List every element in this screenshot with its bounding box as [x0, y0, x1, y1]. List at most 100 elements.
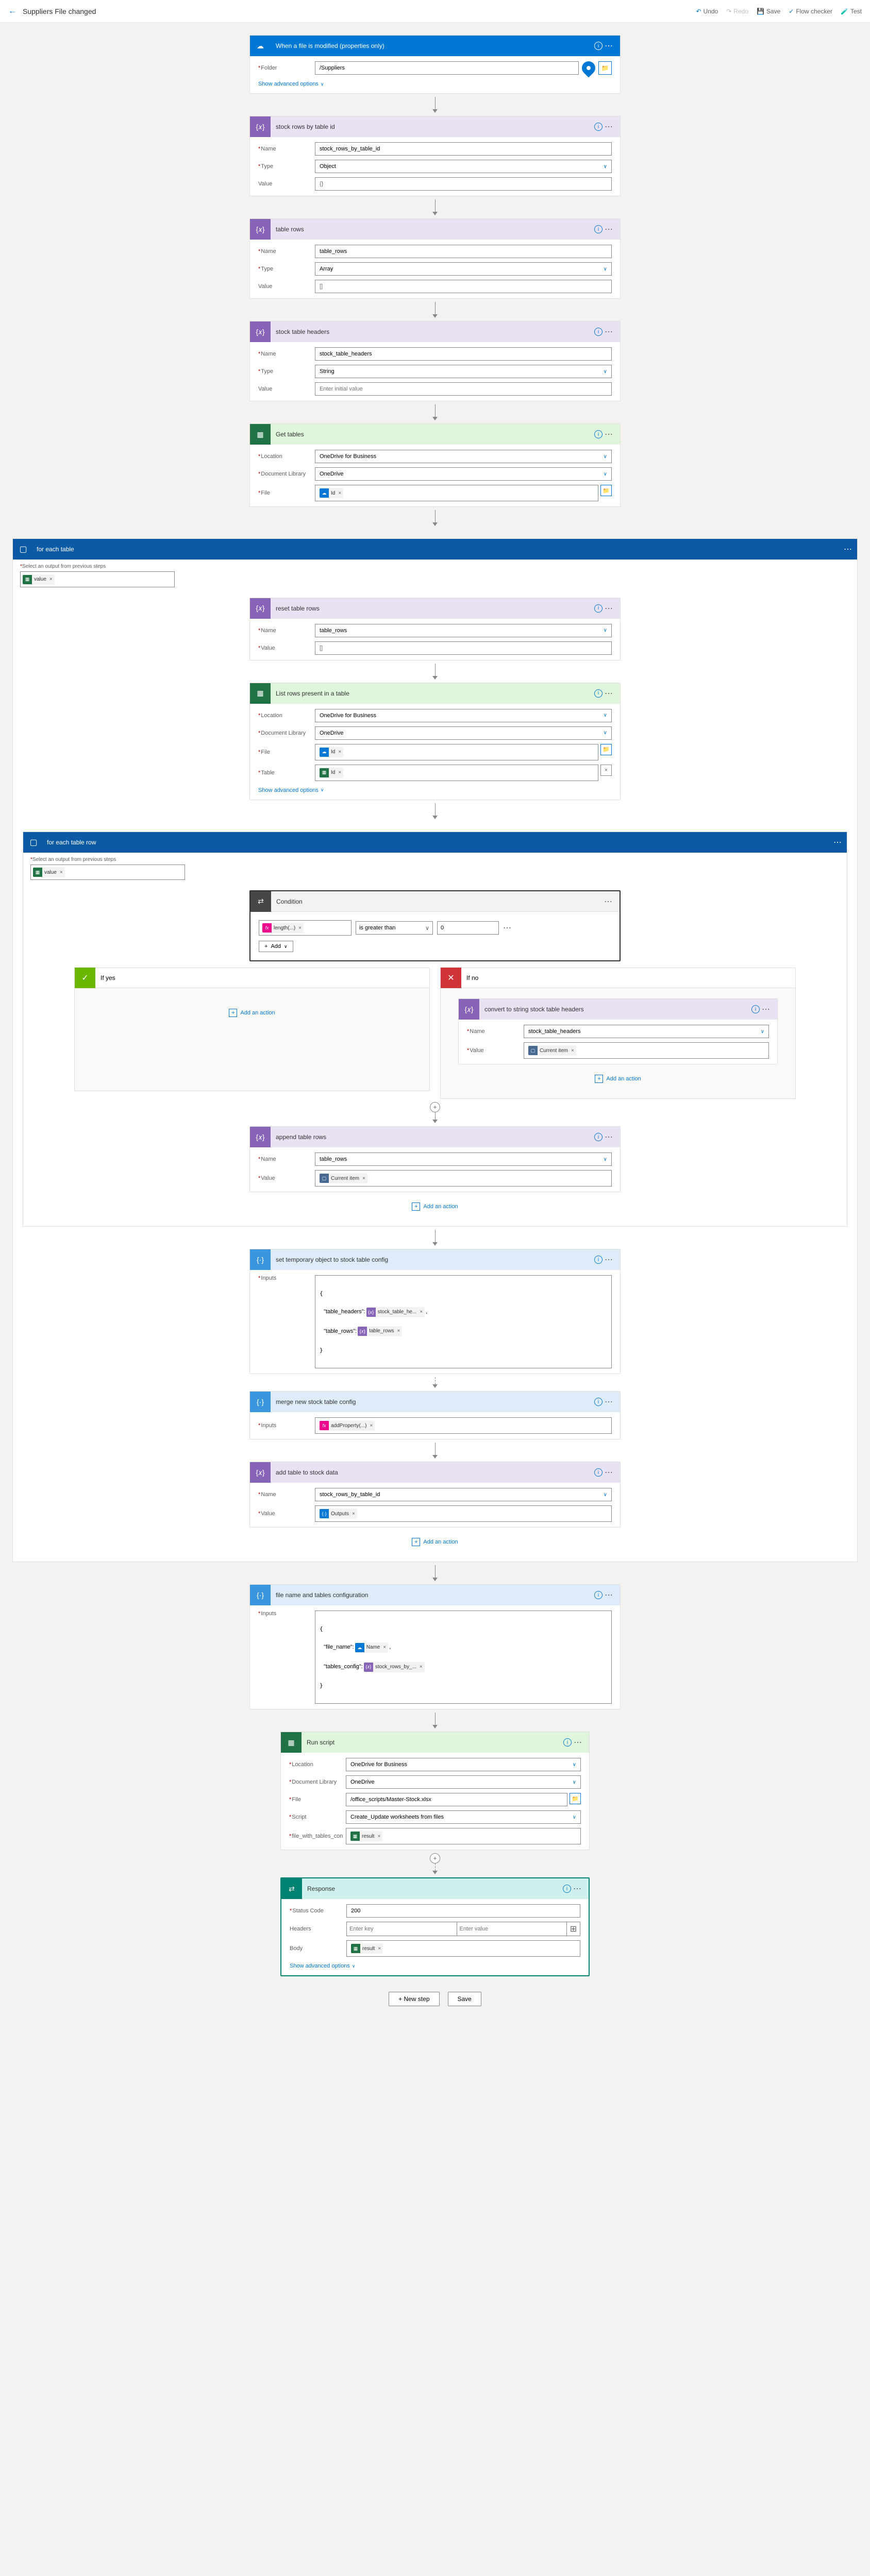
add-action-button[interactable]: +Add an action [595, 1075, 641, 1083]
menu-icon[interactable]: ⋯ [603, 122, 615, 132]
menu-icon[interactable]: ⋯ [603, 1255, 615, 1265]
name-token[interactable]: ☁Name× [355, 1642, 389, 1653]
name-input[interactable] [315, 142, 612, 156]
card-header[interactable]: {·} merge new stock table config i ⋯ [250, 1392, 620, 1412]
menu-icon[interactable]: ⋯ [760, 1004, 772, 1014]
info-icon[interactable]: i [594, 1256, 603, 1264]
inputs-field[interactable]: fxaddProperty(...)× [315, 1417, 612, 1434]
menu-icon[interactable]: ⋯ [603, 429, 615, 439]
type-select[interactable]: Array∨ [315, 262, 612, 276]
trigger-header[interactable]: ☁ When a file is modified (properties on… [250, 36, 620, 56]
menu-icon[interactable]: ⋯ [602, 896, 614, 907]
info-icon[interactable]: i [594, 1398, 603, 1406]
value-input[interactable] [315, 280, 612, 293]
tablerows-token[interactable]: {𝑥}table_rows× [358, 1326, 402, 1336]
name-input[interactable] [315, 245, 612, 258]
advanced-options-link[interactable]: Show advanced options∨ [290, 1963, 355, 1969]
length-token[interactable]: fxlength(...)× [262, 923, 304, 933]
header-value-input[interactable] [457, 1922, 567, 1936]
insert-step-button[interactable]: + [430, 1853, 440, 1863]
if-yes-header[interactable]: ✓ If yes [74, 968, 430, 988]
card-header[interactable]: {·} set temporary object to stock table … [250, 1249, 620, 1270]
card-header[interactable]: {𝑥} append table rows i ⋯ [250, 1127, 620, 1147]
card-header[interactable]: ▦ List rows present in a table i ⋯ [250, 683, 620, 704]
remove-row-icon[interactable]: ⋯ [503, 923, 511, 933]
menu-icon[interactable]: ⋯ [571, 1884, 583, 1894]
info-icon[interactable]: i [594, 430, 603, 438]
advanced-options-link[interactable]: Show advanced options∨ [258, 81, 324, 87]
menu-icon[interactable]: ⋯ [603, 327, 615, 337]
card-header[interactable]: {·} file name and tables configuration i… [250, 1585, 620, 1605]
result-token[interactable]: ▦result× [350, 1831, 382, 1841]
location-select[interactable]: OneDrive for Business∨ [315, 709, 612, 722]
info-icon[interactable]: i [594, 689, 603, 698]
menu-icon[interactable]: ⋯ [603, 1590, 615, 1600]
save-button-bottom[interactable]: Save [448, 1992, 481, 2006]
condition-left[interactable]: fxlength(...)× [259, 920, 352, 936]
if-no-header[interactable]: ✕ If no [440, 968, 796, 988]
library-select[interactable]: OneDrive∨ [315, 467, 612, 481]
result-token[interactable]: ▦result× [351, 1943, 383, 1954]
output-field[interactable]: ▦value× [20, 571, 175, 587]
script-select[interactable]: Create_Update worksheets from files∨ [346, 1810, 581, 1824]
scope-header[interactable]: ▢ for each table ⋯ [13, 539, 857, 560]
id-token[interactable]: ☁Id× [320, 747, 343, 757]
table-input[interactable]: ▦Id× [315, 765, 598, 781]
info-icon[interactable]: i [594, 123, 603, 131]
info-icon[interactable]: i [594, 1133, 603, 1141]
name-select[interactable]: stock_rows_by_table_id∨ [315, 1488, 612, 1501]
name-input[interactable] [315, 347, 612, 361]
menu-icon[interactable]: ⋯ [603, 224, 615, 234]
id-token[interactable]: ▦Id× [320, 768, 343, 778]
menu-icon[interactable]: ⋯ [603, 688, 615, 699]
condition-right[interactable] [437, 921, 499, 935]
menu-icon[interactable]: ⋯ [603, 603, 615, 614]
info-icon[interactable]: i [594, 604, 603, 613]
undo-button[interactable]: ↶Undo [696, 8, 718, 15]
menu-icon[interactable]: ⋯ [833, 837, 842, 848]
body-input[interactable]: ▦result× [346, 1940, 580, 1957]
add-condition-button[interactable]: +Add∨ [259, 941, 293, 952]
info-icon[interactable]: i [751, 1005, 760, 1013]
location-select[interactable]: OneDrive for Business∨ [346, 1758, 581, 1771]
info-icon[interactable]: i [594, 328, 603, 336]
info-icon[interactable]: i [594, 42, 603, 50]
menu-icon[interactable]: ⋯ [603, 1132, 615, 1142]
info-icon[interactable]: i [594, 1591, 603, 1599]
test-button[interactable]: 🧪Test [841, 8, 862, 15]
info-icon[interactable]: i [594, 1468, 603, 1477]
back-arrow[interactable]: ← [8, 7, 16, 16]
library-select[interactable]: OneDrive∨ [346, 1775, 581, 1789]
file-input[interactable]: ☁Id× [315, 485, 598, 501]
add-action-button[interactable]: +Add an action [229, 1009, 275, 1017]
value-input[interactable]: {·}Outputs× [315, 1505, 612, 1522]
menu-icon[interactable]: ⋯ [844, 544, 852, 554]
menu-icon[interactable]: ⋯ [603, 1397, 615, 1407]
info-icon[interactable]: i [563, 1738, 572, 1747]
value-input[interactable] [315, 177, 612, 191]
value-token[interactable]: ▦value× [33, 867, 65, 877]
add-action-button[interactable]: +Add an action [412, 1538, 458, 1546]
insert-step-button[interactable]: + [430, 1102, 440, 1112]
clear-icon[interactable]: × [600, 765, 612, 776]
flowchecker-button[interactable]: ✓Flow checker [789, 8, 832, 15]
inputs-code[interactable]: { "table_headers": {𝑥}stock_table_he...×… [315, 1275, 612, 1368]
scope-header[interactable]: ▢ for each table row ⋯ [23, 832, 847, 853]
currentitem-token[interactable]: ▢Current item× [320, 1173, 367, 1183]
card-header[interactable]: {𝑥} add table to stock data i ⋯ [250, 1462, 620, 1483]
menu-icon[interactable]: ⋯ [603, 41, 615, 51]
condition-header[interactable]: ⇄ Condition ⋯ [250, 891, 620, 912]
menu-icon[interactable]: ⋯ [572, 1737, 584, 1748]
card-header[interactable]: ⇄ Response i ⋯ [281, 1878, 589, 1899]
file-input[interactable]: ☁Id× [315, 744, 598, 760]
stockrows-token[interactable]: {𝑥}stock_rows_by_...× [364, 1662, 425, 1672]
file-picker-icon[interactable]: 📁 [600, 485, 612, 496]
param-input[interactable]: ▦result× [346, 1828, 581, 1844]
file-input[interactable]: /office_scripts/Master-Stock.xlsx [346, 1793, 567, 1806]
value-input[interactable]: ▢Current item× [315, 1170, 612, 1187]
name-select[interactable]: table_rows∨ [315, 1153, 612, 1166]
header-key-input[interactable] [347, 1922, 457, 1936]
status-input[interactable] [346, 1904, 580, 1918]
advanced-options-link[interactable]: Show advanced options∨ [258, 787, 324, 793]
info-icon[interactable]: i [594, 225, 603, 233]
